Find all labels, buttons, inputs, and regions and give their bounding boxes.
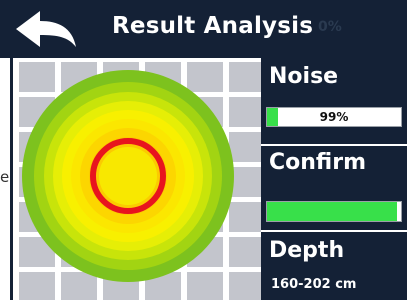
noise-label: Noise (269, 64, 339, 89)
back-arrow-icon[interactable] (14, 9, 78, 51)
confirm-bar (266, 201, 402, 222)
scan-area (13, 58, 261, 300)
header-ghost-text: 0% (318, 19, 342, 35)
header-bar: Result Analysis 0% (0, 0, 407, 58)
confirm-label: Confirm (269, 150, 367, 175)
depth-label: Depth (269, 238, 345, 263)
confirm-panel: Confirm (261, 146, 407, 230)
noise-value: 99% (319, 110, 349, 124)
side-label: e (0, 168, 10, 186)
detection-rings (22, 70, 234, 282)
confirm-bar-fill (267, 202, 397, 221)
page-title: Result Analysis (112, 13, 314, 39)
detection-ring (99, 147, 157, 205)
noise-bar: 99% (266, 107, 402, 127)
depth-value: 160-202 cm (271, 277, 357, 292)
noise-panel: Noise 99% (261, 58, 407, 144)
